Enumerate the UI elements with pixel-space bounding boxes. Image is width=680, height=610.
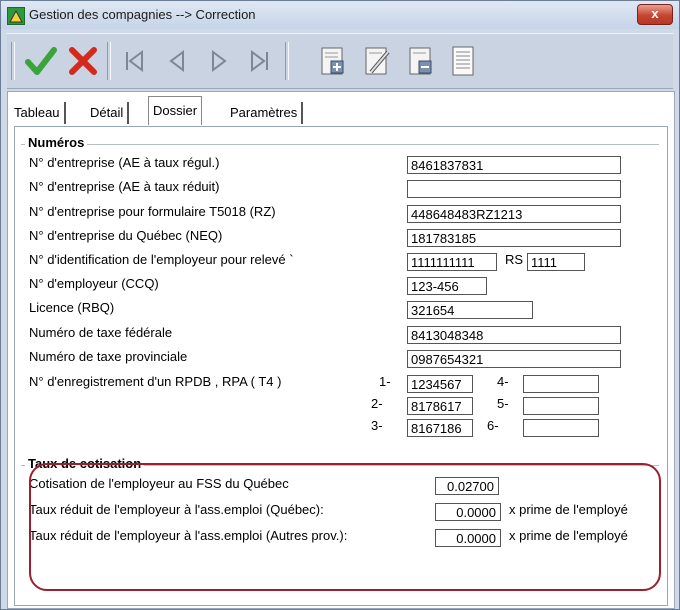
rs-field[interactable]: 1111	[527, 253, 585, 271]
numeros-field[interactable]: 448648483RZ1213	[407, 205, 621, 223]
delete-record-icon[interactable]	[401, 42, 441, 80]
previous-record-icon[interactable]	[157, 42, 197, 80]
tab-dossier[interactable]: Dossier	[148, 96, 203, 125]
rpdb-num: 6-	[487, 418, 499, 433]
next-record-icon[interactable]	[199, 42, 239, 80]
numeros-label: N° d'entreprise pour formulaire T5018 (R…	[29, 204, 276, 219]
rpdb-num: 4-	[497, 374, 509, 389]
rpdb-num: 5-	[497, 396, 509, 411]
add-record-icon[interactable]	[313, 42, 353, 80]
numeros-field[interactable]: 123-456	[407, 277, 487, 295]
numeros-field[interactable]: 0987654321	[407, 350, 621, 368]
toolbar	[7, 33, 673, 89]
rpdb-field[interactable]	[523, 375, 599, 393]
rpdb-label: N° d'enregistrement d'un RPDB , RPA ( T4…	[29, 374, 282, 389]
rpdb-field[interactable]	[523, 419, 599, 437]
toolbar-separator	[285, 42, 289, 80]
highlight-outline	[29, 463, 661, 591]
numeros-label: Numéro de taxe fédérale	[29, 325, 173, 340]
accept-icon[interactable]	[21, 42, 61, 80]
numeros-field[interactable]: 8461837831	[407, 156, 621, 174]
numeros-label: N° d'employeur (CCQ)	[29, 276, 159, 291]
numeros-label: N° d'entreprise (AE à taux réduit)	[29, 179, 220, 194]
numeros-label: N° d'entreprise du Québec (NEQ)	[29, 228, 223, 243]
numeros-legend: Numéros	[25, 135, 88, 150]
title-bar: Gestion des compagnies --> Correction x	[1, 1, 679, 29]
app-icon	[7, 7, 25, 25]
rpdb-num: 1-	[379, 374, 391, 389]
rpdb-num: 2-	[371, 396, 383, 411]
numeros-field[interactable]: 1111111111	[407, 253, 497, 271]
rpdb-num: 3-	[371, 418, 383, 433]
last-record-icon[interactable]	[241, 42, 281, 80]
cancel-icon[interactable]	[63, 42, 103, 80]
rs-label: RS	[505, 252, 524, 267]
window: Gestion des compagnies --> Correction x	[0, 0, 680, 610]
numeros-field[interactable]	[407, 180, 621, 198]
rpdb-field[interactable]	[523, 397, 599, 415]
window-title: Gestion des compagnies --> Correction	[29, 7, 256, 22]
tab-strip: Tableau Détail Dossier Paramètres	[8, 92, 674, 126]
tab-tableau[interactable]: Tableau	[10, 102, 66, 124]
rpdb-field[interactable]: 8178617	[407, 397, 473, 415]
numeros-field[interactable]: 181783185	[407, 229, 621, 247]
edit-record-icon[interactable]	[357, 42, 397, 80]
tab-parametres[interactable]: Paramètres	[226, 102, 304, 124]
numeros-label: Numéro de taxe provinciale	[29, 349, 188, 364]
numeros-label: Licence (RBQ)	[29, 300, 115, 315]
numeros-field[interactable]: 8413048348	[407, 326, 621, 344]
toolbar-separator	[107, 42, 111, 80]
numeros-label: N° d'entreprise (AE à taux régul.)	[29, 155, 220, 170]
numeros-label: N° d'identification de l'employeur pour …	[29, 252, 294, 267]
toolbar-grip	[11, 42, 15, 80]
numeros-group	[21, 144, 659, 145]
first-record-icon[interactable]	[115, 42, 155, 80]
report-icon[interactable]	[443, 42, 483, 80]
close-button[interactable]: x	[637, 4, 673, 25]
tab-detail[interactable]: Détail	[86, 102, 130, 124]
rpdb-field[interactable]: 1234567	[407, 375, 473, 393]
close-icon: x	[651, 6, 659, 21]
numeros-field[interactable]: 321654	[407, 301, 533, 319]
rpdb-field[interactable]: 8167186	[407, 419, 473, 437]
